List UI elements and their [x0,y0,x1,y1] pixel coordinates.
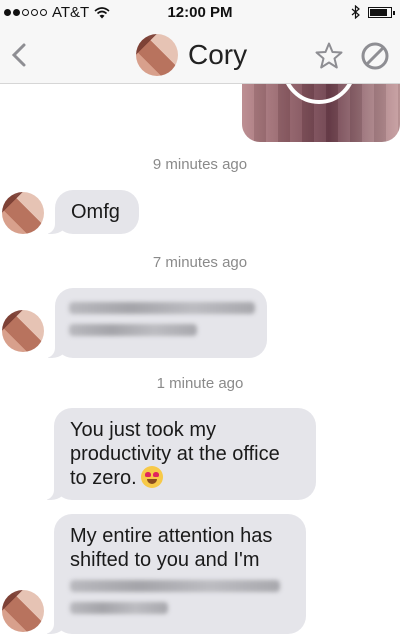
redacted-text [69,324,197,336]
incoming-message[interactable]: Omfg [45,190,139,234]
incoming-message[interactable]: My entire attention has shifted to you a… [44,514,306,634]
incoming-message[interactable] [45,288,267,358]
message-timestamp: 1 minute ago [156,375,244,392]
message-thread[interactable]: 9 minutes ago Omfg 7 minutes ago 1 minut… [0,84,400,640]
battery-icon [368,6,395,18]
redacted-text [70,602,168,614]
block-icon[interactable] [360,41,390,71]
redacted-text [70,580,280,592]
sender-avatar [2,310,44,352]
message-text: You just took my productivity at the off… [70,419,280,489]
photo-content [282,84,356,104]
contact-name: Cory [188,39,248,70]
conversation-header[interactable]: Cory [136,34,247,76]
message-text: My entire attention has shifted to you a… [70,525,273,571]
heart-eyes-emoji-icon [140,466,163,488]
status-bar: AT&T 12:00 PM [0,0,400,26]
status-right [351,5,395,19]
sender-avatar [2,590,44,632]
status-time: 12:00 PM [167,4,233,21]
message-timestamp: 9 minutes ago [152,156,248,173]
bluetooth-icon [351,5,360,19]
incoming-message[interactable]: You just took my productivity at the off… [44,408,316,500]
back-chevron-icon[interactable] [8,40,30,70]
redacted-text [69,302,255,314]
nav-bar: Cory [0,26,400,84]
message-text: Omfg [71,201,120,223]
sender-avatar [2,192,44,234]
battery-level [370,8,387,16]
message-timestamp: 7 minutes ago [152,254,248,271]
contact-avatar[interactable] [136,34,178,76]
star-icon[interactable] [314,41,344,71]
photo-message[interactable] [242,84,400,142]
